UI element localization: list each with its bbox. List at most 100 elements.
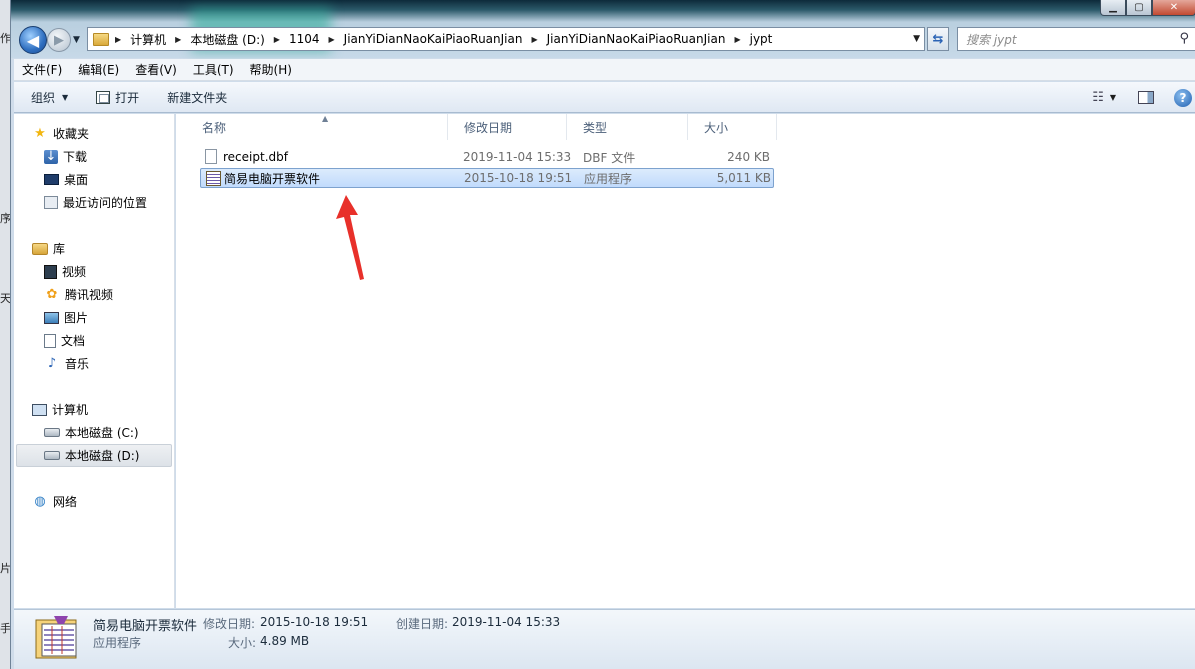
sidebar-item-drive-c[interactable]: 本地磁盘 (C:): [44, 424, 139, 441]
star-icon: ★: [34, 126, 46, 141]
close-button[interactable]: ✕: [1152, 0, 1195, 16]
details-created-value: 2019-11-04 15:33: [452, 615, 561, 629]
navigation-pane: ★ 收藏夹 ↓ 下载 桌面 最近访问的位置 库 视频 ✿ 腾讯视频 图片 文档 ♪ 音乐: [14, 114, 175, 608]
tencent-video-icon: ✿: [46, 287, 58, 302]
sidebar-item-label: 收藏夹: [53, 127, 90, 141]
file-modified: 2015-10-18 19:51: [464, 171, 573, 185]
sidebar-item-computer[interactable]: 计算机: [32, 401, 88, 418]
breadcrumb-item[interactable]: 1104: [289, 32, 320, 46]
chevron-down-icon[interactable]: ▼: [1110, 93, 1116, 102]
breadcrumb: 计算机 ▶ 本地磁盘 (D:) ▶ 1104 ▶ JianYiDianNaoKaiPi…: [130, 31, 772, 48]
chevron-down-icon: ▼: [62, 92, 69, 102]
open-button[interactable]: 打开: [96, 89, 139, 106]
sidebar-item-label: 本地磁盘 (D:): [65, 449, 140, 463]
drive-icon: [44, 428, 60, 437]
file-size: 240 KB: [727, 150, 770, 164]
breadcrumb-separator-icon[interactable]: ▶: [274, 35, 280, 44]
file-name: receipt.dbf: [223, 150, 288, 164]
column-header-label: 修改日期: [464, 120, 513, 135]
address-dropdown-icon[interactable]: ▼: [913, 34, 920, 44]
sidebar-item-recent-places[interactable]: 最近访问的位置: [44, 194, 147, 211]
drive-icon: [44, 451, 60, 460]
search-input[interactable]: 搜索 jypt ⚲: [957, 27, 1195, 51]
sidebar-item-label: 桌面: [64, 173, 89, 187]
view-options-icon[interactable]: ☷: [1092, 90, 1104, 105]
organize-button[interactable]: 组织 ▼: [31, 89, 68, 106]
recent-pages-dropdown[interactable]: ▼: [73, 35, 80, 45]
file-type: 应用程序: [584, 171, 633, 186]
file-row[interactable]: receipt.dbf 2019-11-04 15:33 DBF 文件 240 …: [199, 147, 774, 167]
menu-view[interactable]: 查看(V): [135, 61, 177, 78]
details-pane: 简易电脑开票软件 应用程序 修改日期: 2015-10-18 19:51 创建日…: [14, 609, 1195, 669]
sidebar-item-pictures[interactable]: 图片: [44, 309, 88, 326]
help-icon[interactable]: ?: [1174, 88, 1192, 107]
breadcrumb-item[interactable]: JianYiDianNaoKaiPiaoRuanJian: [547, 32, 726, 46]
command-bar: 组织 ▼ 打开 新建文件夹 ☷ ▼ ?: [14, 82, 1195, 113]
menu-file[interactable]: 文件(F): [22, 61, 62, 78]
address-bar[interactable]: ▶ 计算机 ▶ 本地磁盘 (D:) ▶ 1104 ▶ JianYiDianNaoKai…: [87, 27, 925, 51]
sidebar-item-documents[interactable]: 文档: [44, 332, 85, 349]
details-file-type: 应用程序: [93, 636, 142, 650]
sidebar-item-drive-d[interactable]: 本地磁盘 (D:): [16, 444, 172, 467]
breadcrumb-separator-icon[interactable]: ▶: [329, 35, 335, 44]
download-icon: ↓: [44, 149, 58, 164]
breadcrumb-item[interactable]: JianYiDianNaoKaiPiaoRuanJian: [344, 32, 523, 46]
documents-icon: [44, 333, 56, 348]
breadcrumb-item[interactable]: 计算机: [130, 31, 166, 48]
breadcrumb-separator-icon[interactable]: ▶: [115, 35, 121, 44]
network-icon: ◍: [34, 494, 46, 509]
video-icon: [44, 264, 57, 279]
column-header-name[interactable]: 名称: [186, 114, 448, 140]
sidebar-item-desktop[interactable]: 桌面: [44, 171, 88, 188]
new-folder-label: 新建文件夹: [167, 90, 228, 105]
folder-icon: [93, 32, 109, 46]
details-modified-label: 修改日期:: [203, 617, 256, 631]
desktop-icon: [44, 174, 59, 185]
file-row[interactable]: 简易电脑开票软件 2015-10-18 19:51 应用程序 5,011 KB: [200, 168, 774, 188]
sidebar-item-music[interactable]: ♪ 音乐: [44, 355, 89, 372]
preview-pane-icon[interactable]: [1138, 91, 1154, 104]
menu-edit[interactable]: 编辑(E): [78, 61, 119, 78]
details-size-label: 大小:: [228, 636, 257, 650]
menu-tools[interactable]: 工具(T): [193, 61, 234, 78]
sidebar-item-videos[interactable]: 视频: [44, 263, 86, 280]
refresh-button[interactable]: ⇆: [927, 27, 949, 51]
application-large-icon: [35, 616, 77, 659]
breadcrumb-separator-icon[interactable]: ▶: [734, 35, 740, 44]
breadcrumb-separator-icon[interactable]: ▶: [531, 35, 537, 44]
search-icon[interactable]: ⚲: [1179, 31, 1189, 46]
file-type: DBF 文件: [583, 150, 636, 165]
sidebar-item-label: 音乐: [65, 357, 90, 371]
menu-help[interactable]: 帮助(H): [250, 61, 292, 78]
back-button[interactable]: ◀: [19, 26, 47, 54]
sidebar-item-network[interactable]: ◍ 网络: [32, 493, 77, 510]
maximize-button[interactable]: ▢: [1126, 0, 1152, 16]
computer-icon: [32, 403, 47, 416]
column-header-modified[interactable]: 修改日期: [448, 114, 567, 140]
breadcrumb-separator-icon[interactable]: ▶: [175, 35, 181, 44]
breadcrumb-item[interactable]: 本地磁盘 (D:): [190, 31, 264, 48]
view-controls: ☷ ▼ ?: [1092, 82, 1195, 113]
organize-label: 组织: [31, 90, 56, 105]
forward-arrow-icon: ▶: [54, 32, 64, 48]
sidebar-item-favorites[interactable]: ★ 收藏夹: [32, 125, 89, 142]
column-header-type[interactable]: 类型: [567, 114, 688, 140]
open-label: 打开: [115, 90, 140, 105]
new-folder-button[interactable]: 新建文件夹: [167, 89, 227, 106]
forward-button[interactable]: ▶: [47, 28, 71, 52]
minimize-button[interactable]: ▁: [1100, 0, 1126, 16]
menu-bar: 文件(F) 编辑(E) 查看(V) 工具(T) 帮助(H): [14, 59, 1195, 81]
sidebar-item-downloads[interactable]: ↓ 下载: [44, 148, 87, 165]
sidebar-item-label: 网络: [53, 495, 78, 509]
column-header-size[interactable]: 大小: [688, 114, 777, 140]
music-icon: ♪: [47, 356, 57, 371]
sidebar-item-tencent-video[interactable]: ✿ 腾讯视频: [44, 286, 113, 303]
window-controls: ▁ ▢ ✕: [1100, 0, 1195, 16]
sidebar-item-label: 计算机: [52, 403, 89, 417]
sidebar-item-libraries[interactable]: 库: [32, 240, 65, 257]
breadcrumb-item[interactable]: jypt: [750, 32, 773, 46]
back-arrow-icon: ◀: [26, 30, 40, 50]
application-icon: [206, 171, 221, 186]
sidebar-item-label: 腾讯视频: [65, 288, 114, 302]
pictures-icon: [44, 311, 59, 324]
